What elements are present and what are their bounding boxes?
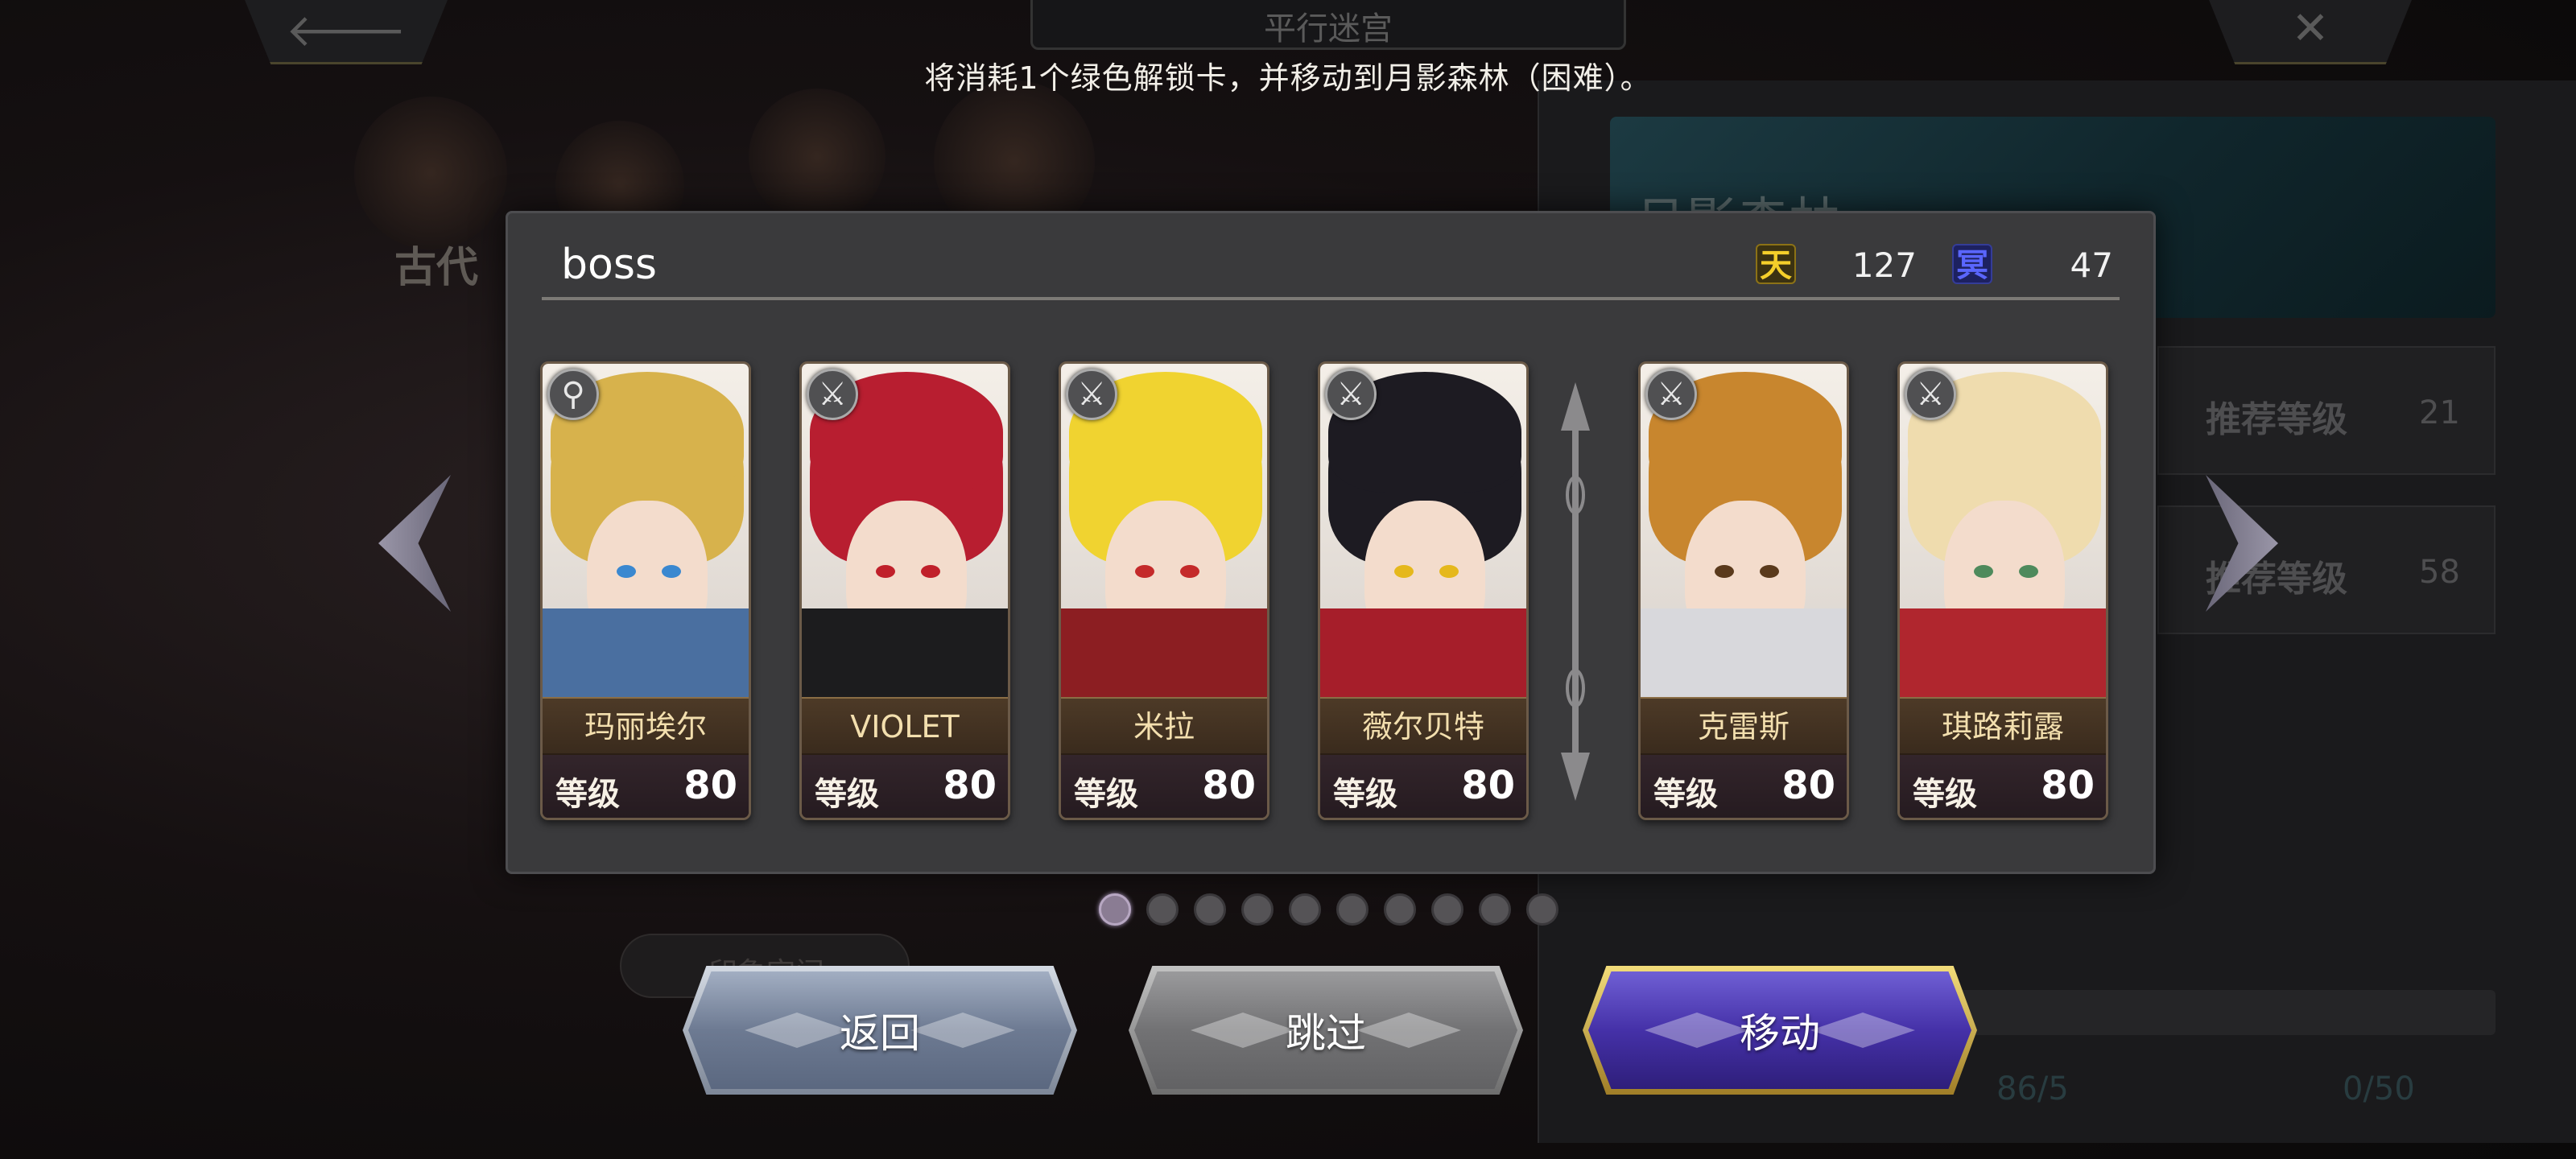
- hero-name: 玛丽埃尔: [584, 709, 707, 744]
- hero-card[interactable]: ⚔ VIOLET 等级 80: [799, 361, 1010, 820]
- page-dot[interactable]: [1431, 893, 1463, 926]
- level-label: 等级: [1074, 776, 1138, 813]
- party-dialog: boss 天 127 冥 47 ⚲ 玛丽埃尔等级 80 ⚔ VIOLET 等级 80 ⚔ 米拉等…: [506, 211, 2156, 874]
- page-dot[interactable]: [1526, 893, 1558, 926]
- header-title: 平行迷宫: [1264, 10, 1393, 47]
- hero-name: 琪路莉露: [1941, 709, 2064, 744]
- back-button-label: 返回: [840, 1010, 920, 1057]
- hero-name-plate: 玛丽埃尔: [543, 697, 749, 755]
- confirm-message: 将消耗1个绿色解锁卡，并移动到月影森林（困难）。: [924, 60, 1652, 96]
- sword-icon: ⚔: [807, 369, 858, 420]
- tian-value: 127: [1852, 245, 1917, 285]
- hero-level: 80: [2041, 763, 2095, 808]
- level-label: 等级: [1913, 776, 1977, 813]
- arrow-left-icon: 🡐: [285, 5, 407, 57]
- skip-button[interactable]: 跳过: [1129, 966, 1523, 1095]
- tian-currency-icon: 天: [1756, 244, 1796, 284]
- sword-icon: ⚔: [1905, 369, 1956, 420]
- recommend-label: 推荐等级: [2206, 399, 2347, 440]
- hero-name: 米拉: [1133, 709, 1195, 744]
- progress-bar: [1932, 990, 2496, 1035]
- page-dot[interactable]: [1146, 893, 1179, 926]
- hero-card[interactable]: ⚲ 玛丽埃尔等级 80: [540, 361, 751, 820]
- hero-name: 克雷斯: [1697, 709, 1790, 744]
- party-name[interactable]: boss: [561, 241, 657, 289]
- hero-name: VIOLET: [850, 709, 960, 744]
- sword-icon: ⚔: [1645, 369, 1697, 420]
- page-dot[interactable]: [1384, 893, 1416, 926]
- page-indicator: [1099, 893, 1558, 926]
- level-label: 等级: [555, 776, 620, 813]
- sword-icon: ⚔: [1325, 369, 1377, 420]
- staff-icon: ⚲: [547, 369, 599, 420]
- page-dot[interactable]: [1241, 893, 1274, 926]
- hero-card[interactable]: ⚔ 薇尔贝特等级 80: [1318, 361, 1529, 820]
- ming-value: 47: [2070, 245, 2113, 285]
- page-dot[interactable]: [1194, 893, 1226, 926]
- recommend-value: 21: [2419, 394, 2460, 431]
- level-label: 等级: [815, 776, 879, 813]
- hero-name-plate: VIOLET: [802, 697, 1008, 755]
- hero-level-plate: 等级 80: [1320, 755, 1526, 818]
- row-separator: [1561, 382, 1590, 801]
- era-label[interactable]: 古代: [394, 233, 478, 294]
- ming-currency-icon: 冥: [1952, 244, 1992, 284]
- sword-icon: ⚔: [1066, 369, 1117, 420]
- hero-card[interactable]: ⚔ 米拉等级 80: [1059, 361, 1269, 820]
- hero-level: 80: [683, 763, 737, 808]
- hero-level: 80: [943, 763, 997, 808]
- level-label: 等级: [1333, 776, 1397, 813]
- hero-level-plate: 等级 80: [1641, 755, 1847, 818]
- hero-name-plate: 琪路莉露: [1900, 697, 2106, 755]
- page-dot[interactable]: [1289, 893, 1321, 926]
- stamina-text: 86/5: [1996, 1070, 2069, 1107]
- ticket-count: 0/50: [2343, 1070, 2415, 1107]
- hero-name-plate: 米拉: [1061, 697, 1267, 755]
- hero-level-plate: 等级 80: [1900, 755, 2106, 818]
- hero-level: 80: [1461, 763, 1515, 808]
- era-emblem-icon: [354, 97, 507, 250]
- skip-button-label: 跳过: [1286, 1010, 1366, 1057]
- hero-level-plate: 等级 80: [543, 755, 749, 818]
- hero-level-plate: 等级 80: [802, 755, 1008, 818]
- hero-name-plate: 克雷斯: [1641, 697, 1847, 755]
- hero-card[interactable]: ⚔ 克雷斯等级 80: [1638, 361, 1849, 820]
- page-dot[interactable]: [1099, 893, 1131, 926]
- hero-name: 薇尔贝特: [1361, 709, 1484, 744]
- hero-name-plate: 薇尔贝特: [1320, 697, 1526, 755]
- back-button[interactable]: 返回: [683, 966, 1077, 1095]
- header-divider: [542, 297, 2120, 300]
- page-dot[interactable]: [1336, 893, 1368, 926]
- page-dot[interactable]: [1479, 893, 1511, 926]
- move-button-label: 移动: [1740, 1010, 1820, 1057]
- hero-level: 80: [1781, 763, 1835, 808]
- hero-level: 80: [1202, 763, 1256, 808]
- hero-level-plate: 等级 80: [1061, 755, 1267, 818]
- close-icon: ✕: [2291, 2, 2330, 55]
- move-button[interactable]: 移动: [1583, 966, 1977, 1095]
- level-label: 等级: [1653, 776, 1718, 813]
- recommend-value: 58: [2419, 554, 2460, 591]
- hero-card[interactable]: ⚔ 琪路莉露等级 80: [1897, 361, 2108, 820]
- header-bar: 平行迷宫: [1030, 0, 1626, 50]
- era-emblem-icon: [749, 89, 886, 225]
